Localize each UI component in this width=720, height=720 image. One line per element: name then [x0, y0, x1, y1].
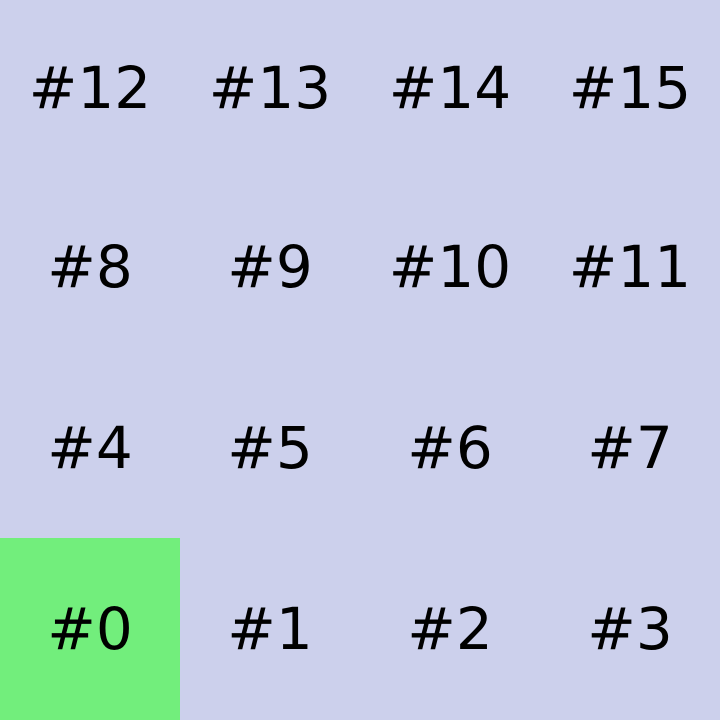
- tile-14[interactable]: #14: [360, 0, 540, 175]
- tile-5[interactable]: #5: [180, 358, 360, 538]
- tile-6[interactable]: #6: [360, 358, 540, 538]
- tile-11[interactable]: #11: [540, 175, 720, 358]
- tile-15[interactable]: #15: [540, 0, 720, 175]
- tile-2[interactable]: #2: [360, 538, 540, 720]
- tile-grid: #12 #13 #14 #15 #8 #9 #10 #11 #4 #5 #6 #…: [0, 0, 720, 720]
- tile-10[interactable]: #10: [360, 175, 540, 358]
- tile-3[interactable]: #3: [540, 538, 720, 720]
- tile-4[interactable]: #4: [0, 358, 180, 538]
- tile-1[interactable]: #1: [180, 538, 360, 720]
- tile-9[interactable]: #9: [180, 175, 360, 358]
- tile-7[interactable]: #7: [540, 358, 720, 538]
- tile-12[interactable]: #12: [0, 0, 180, 175]
- tile-13[interactable]: #13: [180, 0, 360, 175]
- tile-0[interactable]: #0: [0, 538, 180, 720]
- tile-8[interactable]: #8: [0, 175, 180, 358]
